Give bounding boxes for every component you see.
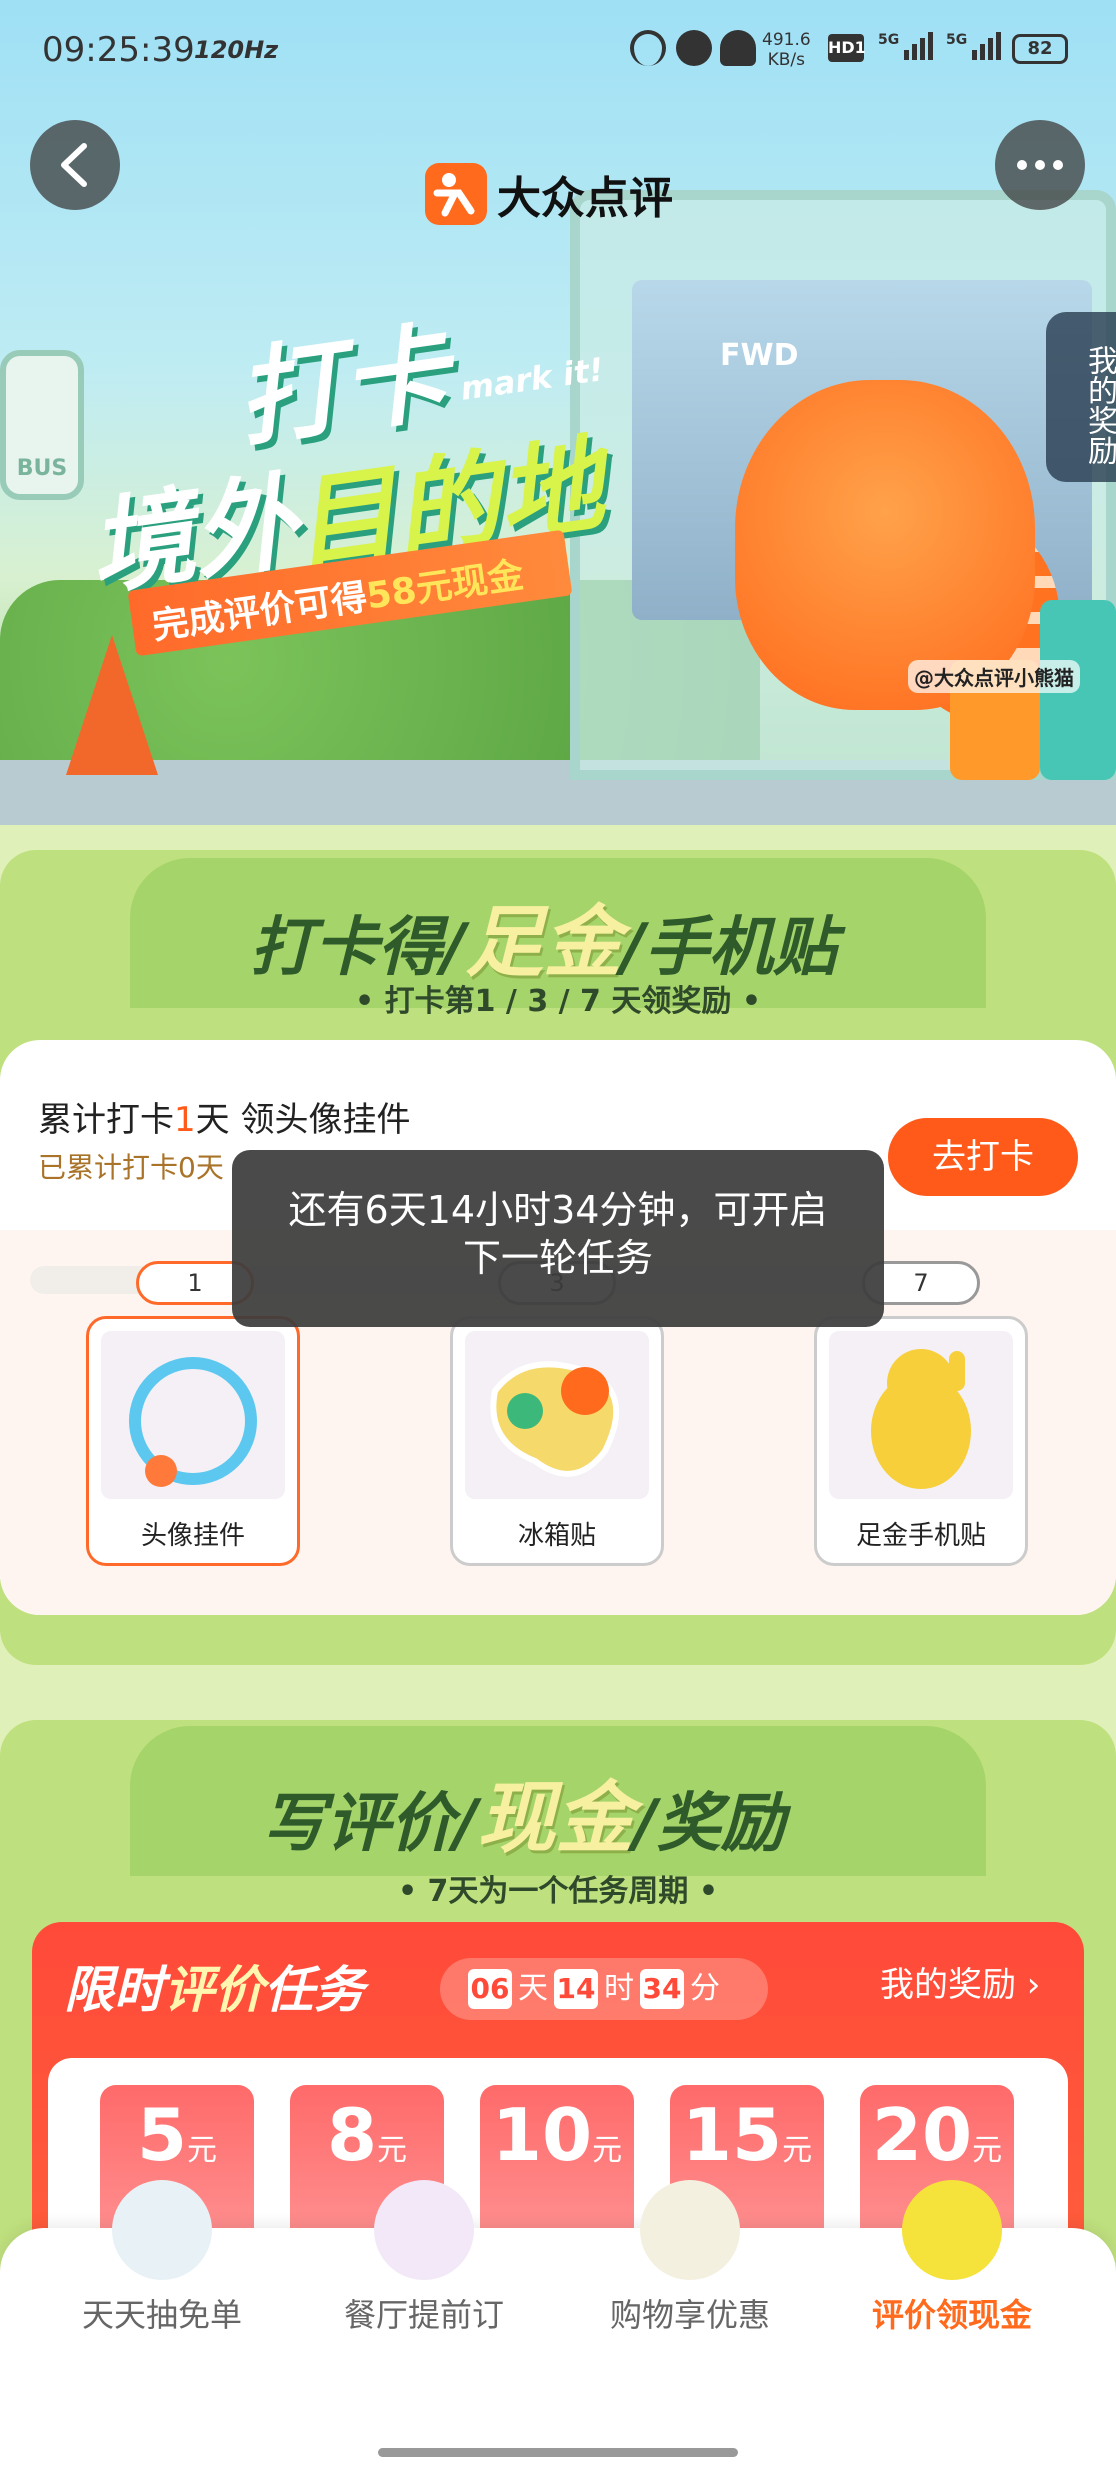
- reward-fridge-magnet[interactable]: 冰箱贴: [450, 1316, 664, 1566]
- reward-label: 冰箱贴: [517, 1521, 596, 1551]
- fridge-magnet-image: [465, 1331, 649, 1499]
- clock: 09:25:39: [42, 30, 195, 70]
- countdown-hours: 14: [554, 1969, 598, 2009]
- checkin-section-subtitle: • 打卡第1 / 3 / 7 天领奖励 •: [355, 984, 761, 1019]
- nav-label: 评价领现金: [871, 2296, 1032, 2334]
- toast-message: 还有6天14小时34分钟，可开启下一轮任务: [232, 1150, 884, 1327]
- nav-item-shopping-deals[interactable]: 购物享优惠: [580, 2180, 800, 2340]
- countdown-minutes: 34: [640, 1969, 684, 2009]
- headphones-icon: [630, 30, 666, 66]
- mute-bell-icon: [720, 30, 756, 66]
- countdown-days: 06: [468, 1969, 512, 2009]
- coupon-amount: 10: [491, 2093, 593, 2177]
- title-part-b: 奖励: [656, 1787, 785, 1861]
- review-notepad-icon: [902, 2180, 1002, 2280]
- battery-icon: 82: [1012, 34, 1068, 64]
- reward-avatar-pendant[interactable]: 头像挂件: [86, 1316, 300, 1566]
- chevron-left-icon: [61, 143, 87, 187]
- review-section-title: 写评价/现金/奖励: [262, 1774, 785, 1864]
- coupon-unit: 元: [377, 2133, 408, 2168]
- nav-label: 餐厅提前订: [343, 2296, 504, 2334]
- coupon-unit: 元: [592, 2133, 623, 2168]
- avatar-pendant-image: [101, 1331, 285, 1499]
- coupon-amount: 15: [681, 2093, 783, 2177]
- checkin-progress-text: 已累计打卡0天: [38, 1151, 224, 1184]
- refresh-rate: 120Hz: [194, 36, 279, 64]
- net-speed-value: 491.6: [762, 30, 811, 50]
- my-reward-side-tab[interactable]: 我的奖励: [1046, 312, 1116, 482]
- reward-label: 头像挂件: [140, 1521, 245, 1551]
- hero-banner: FWD BUS @大众点评小熊猫 打卡 mark it! 境外 目的地 完成评价…: [0, 0, 1116, 825]
- reward-gold-phone-sticker[interactable]: 足金手机贴: [814, 1316, 1028, 1566]
- limited-c: 任务: [264, 1961, 364, 2019]
- shopping-bag-icon: [640, 2180, 740, 2280]
- title-part-a: 打卡得: [250, 911, 442, 985]
- alarm-icon: [676, 30, 712, 66]
- nav-label: 购物享优惠: [609, 2296, 770, 2334]
- app-logo: 大众点评: [425, 162, 673, 226]
- hd-badge: HD1: [828, 34, 866, 62]
- limited-task-title: 限时评价任务: [64, 1950, 364, 2022]
- coupon-unit: 元: [972, 2133, 1003, 2168]
- coupon-amount: 5: [136, 2093, 188, 2177]
- countdown-hours-unit: 时: [604, 1971, 634, 2006]
- limited-b: 评价: [164, 1961, 264, 2019]
- task-prefix: 累计打卡: [38, 1100, 174, 1140]
- task-suffix: 天 领头像挂件: [195, 1100, 411, 1140]
- nav-label: 天天抽免单: [81, 2296, 242, 2334]
- bus-sign-illustration: BUS: [0, 350, 84, 500]
- status-bar: 09:25:39 120Hz 491.6 KB/s HD1 5G 5G 82: [0, 0, 1116, 100]
- net-speed-unit: KB/s: [767, 50, 806, 70]
- checkin-task-title: 累计打卡1天 领头像挂件: [38, 1092, 410, 1141]
- title-part-gold: 现金: [477, 1774, 634, 1864]
- checkin-button[interactable]: 去打卡: [888, 1118, 1078, 1196]
- my-reward-link[interactable]: 我的奖励 ›: [880, 1950, 1080, 2020]
- signal-icon-sim2: 5G: [946, 32, 1004, 66]
- sim1-label: 5G: [878, 32, 900, 48]
- more-button[interactable]: [995, 120, 1085, 210]
- app-name: 大众点评: [497, 173, 673, 224]
- sim2-label: 5G: [946, 32, 968, 48]
- nav-item-restaurant-booking[interactable]: 餐厅提前订: [314, 2180, 534, 2340]
- nav-item-free-draw[interactable]: 天天抽免单: [52, 2180, 272, 2340]
- net-speed: 491.6 KB/s: [762, 30, 811, 70]
- reward-label: 足金手机贴: [855, 1521, 986, 1551]
- gold-lucky-cat-image: [829, 1331, 1013, 1499]
- home-indicator[interactable]: [378, 2448, 738, 2457]
- coupon-amount: 8: [326, 2093, 378, 2177]
- countdown-minutes-unit: 分: [690, 1971, 720, 2006]
- task-num: 1: [174, 1100, 196, 1140]
- countdown-timer: 06 天 14 时 34 分: [440, 1958, 768, 2020]
- mascot-credit: @大众点评小熊猫: [908, 660, 1080, 693]
- more-dots-icon: [1017, 160, 1027, 170]
- coupon-unit: 元: [782, 2133, 813, 2168]
- title-part-b: 手机贴: [644, 911, 837, 985]
- shelter-logo: FWD: [720, 338, 799, 373]
- signal-icon-sim1: 5G: [878, 32, 936, 66]
- traffic-cone-illustration: [66, 635, 158, 775]
- dianping-logo-icon: [425, 163, 487, 225]
- nav-item-review-cash[interactable]: 评价领现金: [842, 2180, 1062, 2340]
- armchair-icon: [374, 2180, 474, 2280]
- countdown-days-unit: 天: [518, 1971, 548, 2006]
- bear-icon: [112, 2180, 212, 2280]
- title-part-a: 写评价: [262, 1787, 454, 1861]
- back-button[interactable]: [30, 120, 120, 210]
- title-part-gold: 足金: [465, 898, 622, 988]
- review-section-subtitle: • 7天为一个任务周期 •: [397, 1874, 719, 1909]
- coupon-amount: 20: [871, 2093, 973, 2177]
- coupon-unit: 元: [187, 2133, 218, 2168]
- limited-a: 限时: [64, 1961, 164, 2019]
